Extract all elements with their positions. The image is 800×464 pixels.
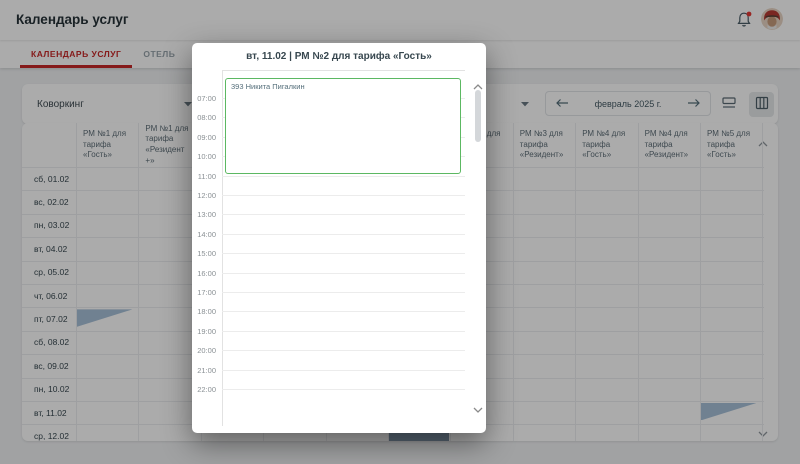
hour-label: 08:00: [192, 113, 216, 122]
hour-label: 13:00: [192, 210, 216, 219]
hour-line: [222, 195, 465, 196]
hour-line: [222, 311, 465, 312]
hour-label: 15:00: [192, 249, 216, 258]
hour-line: [222, 331, 465, 332]
modal-title: вт, 11.02 | РМ №2 для тарифа «Гость»: [192, 43, 486, 70]
hour-label: 14:00: [192, 230, 216, 239]
grid-line: [222, 70, 223, 426]
hour-line: [222, 273, 465, 274]
hour-label: 12:00: [192, 191, 216, 200]
modal-scroll-down-button[interactable]: [473, 401, 483, 416]
modal-scrollbar-thumb[interactable]: [475, 90, 481, 142]
hour-line: [222, 234, 465, 235]
hour-line: [222, 214, 465, 215]
booking-event[interactable]: 393 Никита Пигалкин: [225, 78, 461, 174]
grid-line: [222, 70, 465, 71]
hour-label: 21:00: [192, 366, 216, 375]
hour-label: 07:00: [192, 94, 216, 103]
chevron-down-icon: [473, 401, 483, 416]
day-detail-modal: вт, 11.02 | РМ №2 для тарифа «Гость» 07:…: [192, 43, 486, 433]
hour-line: [222, 176, 465, 177]
hour-label: 16:00: [192, 269, 216, 278]
hour-line: [222, 292, 465, 293]
hour-label: 10:00: [192, 152, 216, 161]
hour-label: 19:00: [192, 327, 216, 336]
hour-label: 22:00: [192, 385, 216, 394]
booking-event-label: 393 Никита Пигалкин: [231, 82, 305, 91]
hour-line: [222, 253, 465, 254]
hour-label: 09:00: [192, 133, 216, 142]
hour-label: 17:00: [192, 288, 216, 297]
hour-line: [222, 389, 465, 390]
hour-line: [222, 350, 465, 351]
hour-label: 11:00: [192, 172, 216, 181]
hour-label: 20:00: [192, 346, 216, 355]
hour-line: [222, 370, 465, 371]
hour-label: 18:00: [192, 307, 216, 316]
